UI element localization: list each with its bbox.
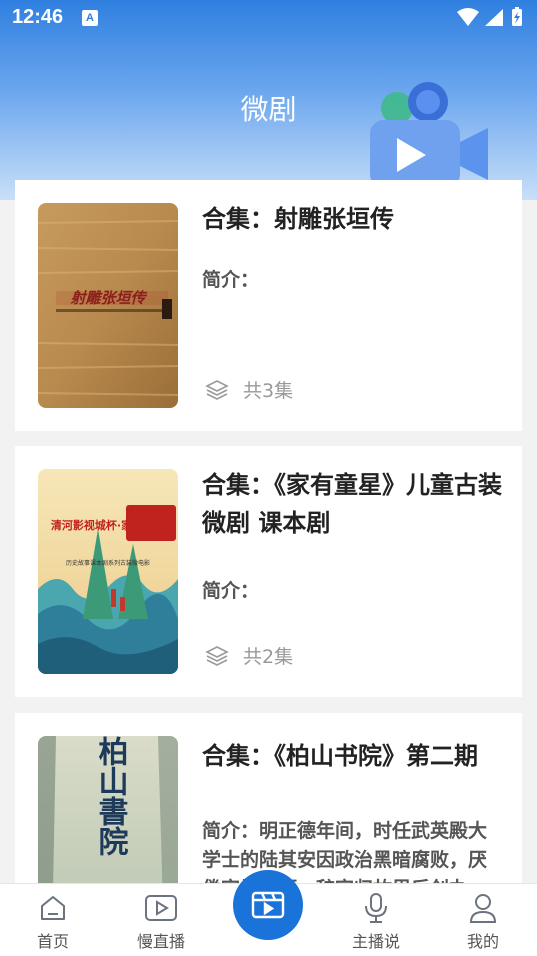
poster-subtitle-text: 历史故事课本剧系列古装微电影 (66, 559, 150, 567)
episode-count: 共2集 (205, 642, 293, 669)
tab-anchor-talk[interactable]: 主播说 (331, 892, 421, 952)
tab-anchor-talk-label: 主播说 (351, 932, 400, 951)
play-screen-icon (145, 895, 177, 921)
collection-card[interactable]: 清河影视城杯·家有童星 历史故事课本剧系列古装微电影 合集：《家有童星》儿童古装… (15, 446, 522, 697)
collection-title[interactable]: 合集：《家有童星》儿童古装微剧 课本剧 (202, 466, 502, 542)
home-icon (41, 896, 65, 920)
episode-count-label: 共2集 (243, 646, 294, 668)
collection-card[interactable]: 射雕张垣传 合集：射雕张垣传 简介： 共3集 (15, 180, 522, 431)
episode-count: 共3集 (205, 376, 293, 403)
tab-home[interactable]: 首页 (8, 892, 98, 952)
video-camera-icon (370, 82, 488, 188)
user-icon (469, 894, 497, 923)
collection-title[interactable]: 合集：《柏山书院》第二期 (202, 737, 502, 775)
tab-mine[interactable]: 我的 (438, 892, 528, 952)
poster-title-text: 柏山書院 (93, 736, 129, 856)
tab-mine-label: 我的 (466, 932, 499, 951)
collection-card[interactable]: 柏山書院 合集：《柏山书院》第二期 简介：明正德年间，时任武英殿大学士的陆其安因… (15, 713, 522, 893)
collection-poster[interactable]: 射雕张垣传 (38, 203, 178, 408)
collection-title[interactable]: 合集：射雕张垣传 (202, 200, 502, 238)
microphone-icon (365, 893, 387, 923)
layers-icon (205, 379, 229, 400)
micro-drama-center-button[interactable] (233, 870, 303, 940)
poster-title-text: 清河影视城杯·家有童星 (51, 518, 165, 532)
layers-icon (205, 645, 229, 666)
collection-intro: 简介： (202, 580, 260, 602)
collection-poster[interactable]: 清河影视城杯·家有童星 历史故事课本剧系列古装微电影 (38, 469, 178, 674)
system-status-icons (457, 7, 522, 26)
collection-intro: 简介： (202, 269, 260, 291)
collection-poster[interactable]: 柏山書院 (38, 736, 178, 893)
poster-title-text: 射雕张垣传 (70, 289, 147, 307)
notification-icon: A (82, 10, 98, 26)
video-center-icon (251, 891, 285, 919)
status-time: 12:46 (12, 6, 64, 28)
tab-home-label: 首页 (36, 932, 69, 951)
tab-slow-live-label: 慢直播 (136, 932, 185, 951)
status-bar: 12:46 A (0, 0, 537, 36)
bottom-tab-bar: 首页 慢直播 主播说 我的 (0, 870, 537, 956)
tab-slow-live[interactable]: 慢直播 (116, 892, 206, 952)
episode-count-label: 共3集 (243, 380, 294, 402)
